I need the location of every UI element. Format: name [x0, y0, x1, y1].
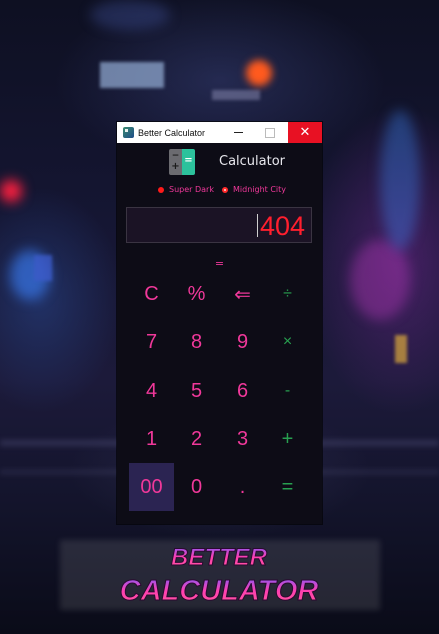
display-value: 404 — [259, 211, 305, 241]
theme-label: Midnight City — [233, 185, 287, 194]
equals-button[interactable]: = — [265, 463, 310, 511]
one-button[interactable]: 1 — [129, 415, 174, 463]
percent-button[interactable]: % — [174, 270, 219, 318]
theme-option-midnight-city[interactable]: Midnight City — [222, 185, 286, 194]
theme-label: Super Dark — [169, 185, 214, 194]
add-button[interactable]: + — [265, 415, 310, 463]
minimize-button[interactable] — [222, 122, 254, 143]
expression-label: = — [214, 257, 225, 270]
seven-button[interactable]: 7 — [129, 318, 174, 366]
four-button[interactable]: 4 — [129, 367, 174, 415]
subtract-button[interactable]: - — [265, 367, 310, 415]
result-display[interactable]: 404 — [126, 207, 312, 243]
calculator-window: Better Calculator ✕ − + = Calculator Sup… — [117, 122, 322, 524]
radio-icon[interactable] — [158, 186, 164, 193]
calculator-logo-icon: − + = — [169, 149, 195, 175]
maximize-button[interactable] — [254, 122, 286, 143]
theme-option-super-dark[interactable]: Super Dark — [158, 185, 214, 194]
radio-selected-icon[interactable] — [222, 186, 228, 193]
six-button[interactable]: 6 — [220, 367, 265, 415]
keypad: C% ⇐ ÷ 7 8 9 × 4 5 6- 1 2 3 +00 0. = — [129, 270, 311, 515]
two-button[interactable]: 2 — [174, 415, 219, 463]
theme-selector: Super Dark Midnight City — [117, 185, 322, 197]
nine-button[interactable]: 9 — [220, 318, 265, 366]
multiply-button[interactable]: × — [265, 318, 310, 366]
double-zero-button[interactable]: 00 — [129, 463, 174, 511]
app-header: − + = Calculator — [117, 149, 322, 175]
close-button[interactable]: ✕ — [288, 122, 322, 143]
three-button[interactable]: 3 — [220, 415, 265, 463]
close-icon: ✕ — [299, 125, 311, 140]
app-icon — [123, 127, 134, 138]
eight-button[interactable]: 8 — [174, 318, 219, 366]
five-button[interactable]: 5 — [174, 367, 219, 415]
window-title: Better Calculator — [138, 127, 206, 138]
logo-equals-glyph: = — [184, 155, 193, 166]
logo-minus-glyph: − — [171, 151, 180, 161]
minimize-icon — [233, 132, 243, 133]
logo-plus-glyph: + — [171, 161, 180, 172]
zero-button[interactable]: 0 — [174, 463, 219, 511]
backspace-button[interactable]: ⇐ — [220, 270, 265, 318]
text-cursor — [257, 214, 258, 237]
divide-button[interactable]: ÷ — [265, 270, 310, 318]
maximize-icon — [265, 127, 275, 138]
decimal-button[interactable]: . — [220, 463, 265, 511]
clear-button[interactable]: C — [129, 270, 174, 318]
app-title: Calculator — [219, 154, 286, 169]
title-bar[interactable]: Better Calculator ✕ — [117, 122, 322, 143]
